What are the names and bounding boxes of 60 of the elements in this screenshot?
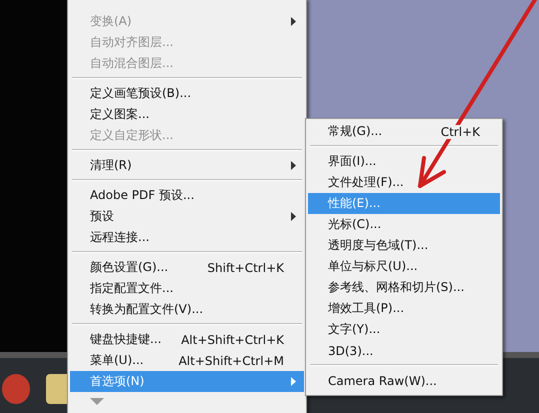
menu-item-label: 文件处理(F)...: [328, 174, 405, 191]
menu-item-label: 增效工具(P)...: [328, 300, 406, 317]
menu-item-label: 定义图案...: [90, 106, 150, 123]
shortcut-label: Ctrl+K: [440, 124, 480, 138]
menu-item-label: 常规(G)...: [328, 123, 384, 140]
menu-item-label: 单位与标尺(U)...: [328, 258, 419, 275]
menu-item-label: Adobe PDF 预设...: [90, 187, 196, 204]
menu-item-label: 定义画笔预设(B)...: [90, 85, 192, 102]
menu-item[interactable]: 预设: [70, 206, 304, 227]
scroll-down-icon[interactable]: [90, 398, 104, 406]
menu-item-label: 键盘快捷键...: [90, 331, 162, 348]
menu-item-label: 转换为配置文件(V)...: [90, 301, 204, 318]
menu-item-label: 指定配置文件...: [90, 280, 174, 297]
menu-item-label: 界面(I)...: [328, 153, 378, 170]
menu-item-label: 自动对齐图层...: [90, 34, 174, 51]
menu-item-label: 透明度与色域(T)...: [328, 237, 430, 254]
menu-item-label: 清理(R): [90, 157, 133, 174]
submenu-arrow-icon: [291, 161, 296, 170]
menu-item[interactable]: 3D(3)...: [308, 340, 500, 361]
menu-item-label: 3D(3)...: [328, 344, 374, 358]
menu-item-label: 预设: [90, 208, 115, 225]
menu-item[interactable]: 转换为配置文件(V)...: [70, 299, 304, 320]
menu-item[interactable]: 指定配置文件...: [70, 278, 304, 299]
menu-item[interactable]: Camera Raw(W)...: [308, 370, 500, 391]
menu-item-label: 菜单(U)...: [90, 352, 145, 369]
menu-item-label: 首选项(N): [90, 373, 146, 390]
shortcut-label: Alt+Shift+Ctrl+K: [181, 332, 284, 346]
menu-item[interactable]: 增效工具(P)...: [308, 298, 500, 319]
menu-item[interactable]: 透明度与色域(T)...: [308, 235, 500, 256]
menu-item[interactable]: 颜色设置(G)... Shift+Ctrl+K: [70, 257, 304, 278]
menu-item[interactable]: 清理(R): [70, 155, 304, 176]
menu-item[interactable]: 菜单(U)... Alt+Shift+Ctrl+M: [70, 350, 304, 371]
menu-item[interactable]: 参考线、网格和切片(S)...: [308, 277, 500, 298]
shortcut-label: Shift+Ctrl+K: [207, 260, 284, 274]
menu-item-label: 光标(C)...: [328, 216, 382, 233]
menu-item[interactable]: 定义图案...: [70, 104, 304, 125]
shortcut-label: Alt+Shift+Ctrl+M: [178, 354, 284, 368]
menu-item-label: Camera Raw(W)...: [328, 374, 438, 388]
submenu-arrow-icon: [291, 17, 296, 26]
menu-item-label: 文字(Y)...: [328, 321, 382, 338]
app-icon[interactable]: [2, 374, 30, 404]
menu-item-label: 性能(E)...: [328, 195, 382, 212]
menu-item-label: 颜色设置(G)...: [90, 259, 170, 276]
menu-item[interactable]: 常规(G)... Ctrl+K: [308, 121, 500, 142]
menu-item[interactable]: 文件处理(F)...: [308, 172, 500, 193]
menu-item-label: 定义自定形状...: [90, 127, 174, 144]
menu-item[interactable]: 界面(I)...: [308, 151, 500, 172]
menu-item[interactable]: 远程连接...: [70, 227, 304, 248]
menu-item[interactable]: 定义画笔预设(B)...: [70, 83, 304, 104]
submenu-arrow-icon: [291, 212, 296, 221]
menu-item[interactable]: 单位与标尺(U)...: [308, 256, 500, 277]
menu-item[interactable]: 光标(C)...: [308, 214, 500, 235]
menu-item-label: 远程连接...: [90, 229, 150, 246]
menu-item[interactable]: Adobe PDF 预设...: [70, 185, 304, 206]
menu-item[interactable]: 文字(Y)...: [308, 319, 500, 340]
menu-item-label: 变换(A): [90, 13, 133, 30]
menu-item-label: 参考线、网格和切片(S)...: [328, 279, 466, 296]
submenu-arrow-icon: [291, 377, 296, 386]
menu-item[interactable]: 键盘快捷键... Alt+Shift+Ctrl+K: [70, 329, 304, 350]
menu-item-label: 自动混合图层...: [90, 55, 174, 72]
